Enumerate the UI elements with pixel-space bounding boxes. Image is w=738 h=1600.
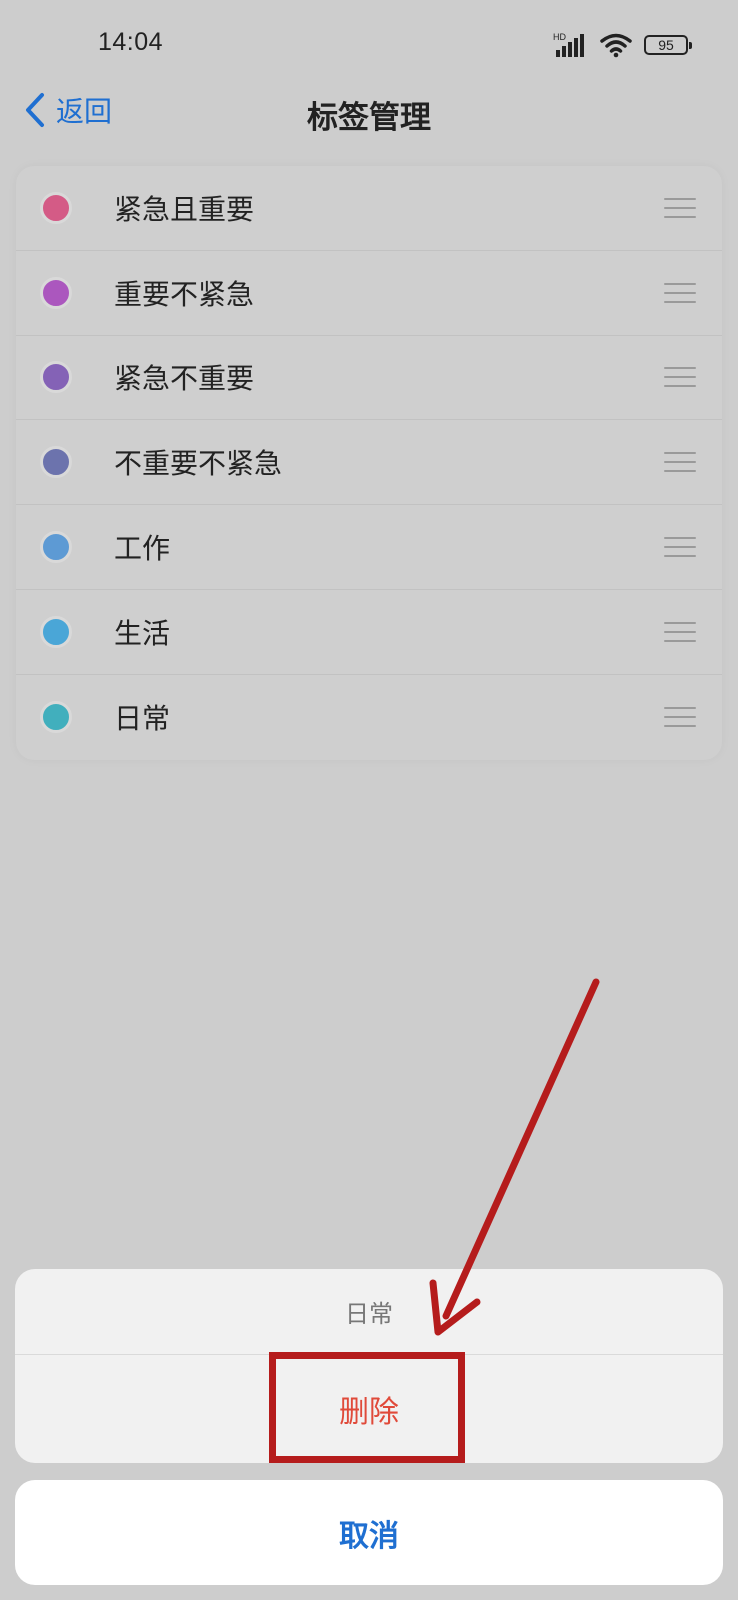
battery-icon: 95 — [644, 35, 692, 55]
drag-handle-icon[interactable] — [664, 452, 696, 473]
tag-color-dot — [40, 191, 72, 224]
tag-color-dot — [40, 531, 72, 564]
nav-bar: 返回 标签管理 — [0, 80, 738, 160]
tag-label: 生活 — [114, 616, 171, 650]
tag-label: 日常 — [114, 702, 171, 736]
drag-handle-icon[interactable] — [664, 367, 696, 388]
status-icons: HD 95 — [552, 30, 692, 60]
tag-label: 工作 — [114, 532, 171, 566]
status-time: 14:04 — [98, 28, 164, 56]
tag-color-dot — [40, 701, 72, 734]
battery-level: 95 — [658, 37, 674, 53]
drag-handle-icon[interactable] — [664, 621, 696, 642]
drag-handle-icon[interactable] — [664, 282, 696, 303]
wifi-icon — [600, 33, 632, 58]
tag-color-dot — [40, 276, 72, 309]
tag-row[interactable]: 紧急且重要 — [16, 166, 722, 251]
tag-row[interactable]: 生活 — [16, 590, 722, 675]
signal-hd-label: HD — [553, 32, 566, 42]
tag-label: 重要不紧急 — [114, 277, 255, 311]
page-title: 标签管理 — [307, 100, 431, 136]
tag-row[interactable]: 工作 — [16, 505, 722, 590]
status-bar: 14:04 HD 95 — [0, 0, 738, 80]
tag-row[interactable]: 不重要不紧急 — [16, 420, 722, 506]
watermark: Bai du 经验 — [559, 1542, 698, 1572]
delete-button[interactable]: 删除 — [15, 1355, 723, 1463]
action-sheet: 日常 删除 — [15, 1269, 723, 1463]
tag-label: 不重要不紧急 — [114, 447, 283, 481]
tag-color-dot — [40, 361, 72, 394]
tag-label: 紧急且重要 — [114, 192, 255, 226]
tag-row[interactable]: 日常 — [16, 675, 722, 760]
tag-color-dot — [40, 446, 72, 479]
action-sheet-title: 日常 — [15, 1269, 723, 1355]
tag-list: 紧急且重要 重要不紧急 紧急不重要 不重要不紧急 工作 生活 日常 — [16, 166, 722, 760]
tag-row[interactable]: 紧急不重要 — [16, 336, 722, 421]
signal-icon: HD — [553, 32, 584, 57]
drag-handle-icon[interactable] — [664, 537, 696, 558]
tag-label: 紧急不重要 — [114, 362, 255, 396]
drag-handle-icon[interactable] — [664, 707, 696, 728]
tag-row[interactable]: 重要不紧急 — [16, 251, 722, 336]
drag-handle-icon[interactable] — [664, 197, 696, 218]
tag-color-dot — [40, 615, 72, 648]
